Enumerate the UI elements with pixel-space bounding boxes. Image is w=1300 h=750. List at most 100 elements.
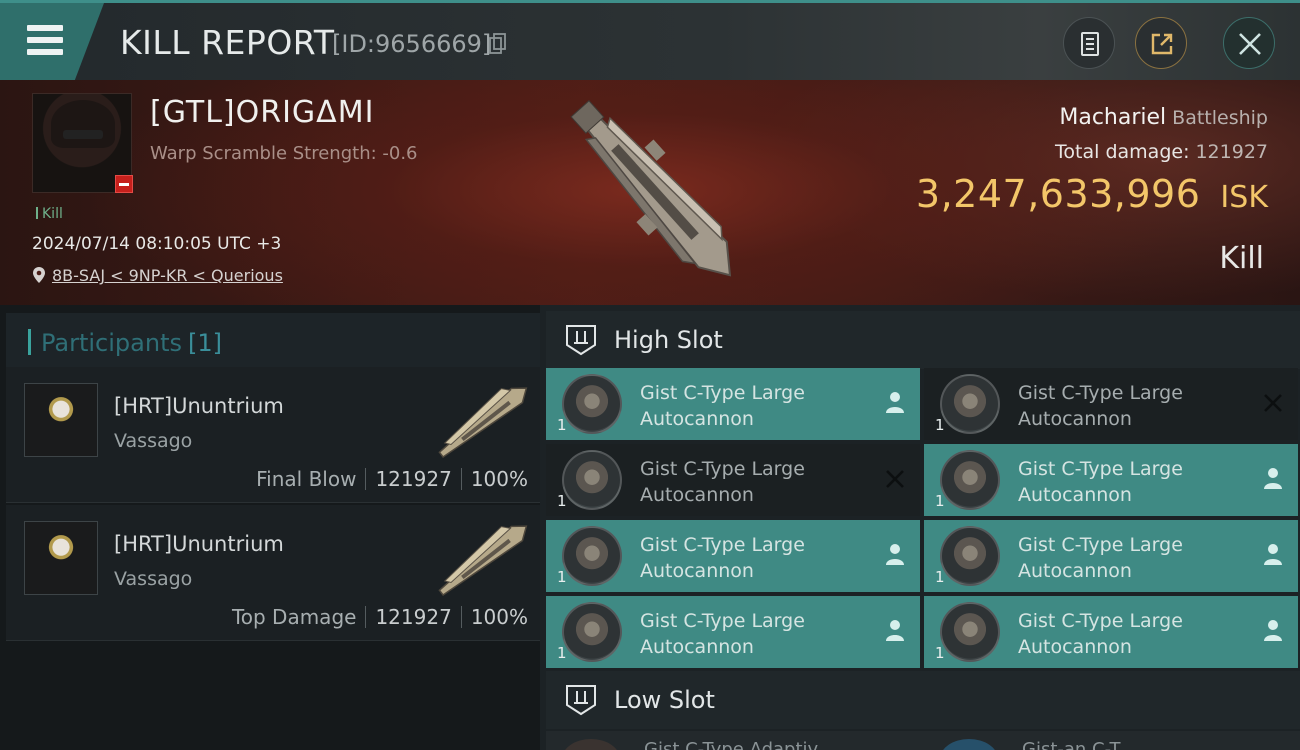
person-icon (1264, 620, 1282, 641)
low-slot-modules[interactable]: Gist C-Type Adaptiv Gist-an C-T (546, 731, 1300, 750)
module-tile[interactable]: 1 Gist C-Type Large Autocannon (546, 444, 920, 516)
total-damage-label: Total damage: (1055, 141, 1190, 163)
autocannon-icon (940, 374, 1000, 434)
high-slot-label: High Slot (614, 326, 723, 354)
module-quantity: 1 (557, 416, 567, 434)
participant-damage: 121927 (375, 467, 452, 491)
module-quantity: 1 (557, 568, 567, 586)
autocannon-icon (940, 450, 1000, 510)
participant-damage: 121927 (375, 605, 452, 629)
participants-label: Participants (41, 329, 182, 357)
isk-unit: ISK (1220, 180, 1268, 215)
participant-ship: Vassago (114, 430, 193, 452)
module-name-line: Gist C-Type Large (640, 534, 805, 556)
module-name-line: Autocannon (1018, 636, 1132, 658)
autocannon-icon (562, 602, 622, 662)
document-button[interactable] (1063, 17, 1115, 69)
hamburger-icon (27, 25, 63, 55)
copy-icon[interactable] (489, 33, 507, 55)
low-slot-icon (566, 685, 596, 716)
module-quantity: 1 (935, 644, 945, 662)
module-name-line: Autocannon (640, 484, 754, 506)
participant-card[interactable]: [HRT]Ununtrium Vassago Final Blow 121927 1… (6, 367, 540, 503)
x-icon (1264, 394, 1282, 412)
kill-datetime: 2024/07/14 08:10:05 UTC +3 (32, 234, 282, 254)
negative-standing-icon (115, 175, 133, 193)
module-name-line: Gist C-Type Large (640, 382, 805, 404)
participant-percent: 100% (470, 605, 528, 629)
autocannon-icon (562, 526, 622, 586)
person-icon (886, 392, 904, 413)
participants-tab[interactable]: Participants [1] (6, 313, 540, 369)
person-icon (1264, 544, 1282, 565)
module-name: Gist C-Type Large Autocannon (640, 456, 860, 508)
isk-value: 3,247,633,996 ISK (916, 172, 1268, 216)
module-name-line: Gist C-Type Large (1018, 610, 1183, 632)
x-icon (886, 470, 904, 488)
person-icon (886, 620, 904, 641)
module-name-line: Autocannon (640, 408, 754, 430)
isk-amount: 3,247,633,996 (915, 172, 1201, 216)
module-name-line: Gist C-Type Large (1018, 534, 1183, 556)
module-name: Gist C-Type Large Autocannon (640, 532, 860, 584)
module-tile[interactable]: 1 Gist C-Type Large Autocannon (546, 520, 920, 592)
victim-ship[interactable]: Machariel Battleship (1059, 105, 1268, 130)
module-icon (562, 739, 620, 750)
participant-stats: Top Damage 121927 100% (232, 605, 528, 629)
share-icon (1151, 33, 1173, 55)
module-name: Gist C-Type Large Autocannon (640, 380, 860, 432)
location-link[interactable]: 8B-SAJ < 9NP-KR < Querious (52, 266, 283, 285)
module-name-line: Autocannon (1018, 408, 1132, 430)
kill-location[interactable]: 8B-SAJ < 9NP-KR < Querious (32, 266, 283, 285)
module-tile[interactable]: 1 Gist C-Type Large Autocannon (546, 368, 920, 440)
participant-portrait (24, 383, 98, 457)
participant-portrait (24, 521, 98, 595)
autocannon-icon (940, 602, 1000, 662)
module-quantity: 1 (935, 568, 945, 586)
module-name-line: Autocannon (1018, 484, 1132, 506)
participant-percent: 100% (470, 467, 528, 491)
module-tile[interactable]: 1 Gist C-Type Large Autocannon (924, 444, 1298, 516)
module-name: Gist C-Type Large Autocannon (1018, 608, 1238, 660)
module-quantity: 1 (557, 492, 567, 510)
module-tile[interactable]: 1 Gist C-Type Large Autocannon (924, 520, 1298, 592)
module-name-line: Gist C-Type Large (1018, 458, 1183, 480)
module-name: Gist C-Type Adaptiv (644, 739, 819, 750)
warp-scramble-strength: Warp Scramble Strength: -0.6 (150, 143, 418, 164)
participant-ship-image (438, 387, 528, 459)
module-tile[interactable]: 1 Gist C-Type Large Autocannon (924, 368, 1298, 440)
kill-tag: Kill (36, 206, 63, 222)
module-tile[interactable]: 1 Gist C-Type Large Autocannon (546, 596, 920, 668)
report-id: [ID:9656669] (332, 30, 492, 58)
module-quantity: 1 (935, 416, 945, 434)
participant-ship: Vassago (114, 568, 193, 590)
module-name-line: Gist C-Type Large (640, 458, 805, 480)
title-bar: KILL REPORT [ID:9656669] (0, 0, 1300, 80)
total-damage: Total damage: 121927 (1055, 141, 1268, 163)
participant-card[interactable]: [HRT]Ununtrium Vassago Top Damage 121927 1… (6, 505, 540, 641)
menu-button[interactable] (0, 3, 104, 80)
module-tile[interactable]: 1 Gist C-Type Large Autocannon (924, 596, 1298, 668)
module-name: Gist C-Type Large Autocannon (1018, 456, 1238, 508)
participant-role: Top Damage (231, 605, 357, 629)
participant-name: [HRT]Ununtrium (114, 394, 284, 418)
map-pin-icon (33, 267, 45, 283)
close-icon (1239, 33, 1261, 55)
fitting-panel: High Slot 1 Gist C-Type Large Autocannon 1 G… (540, 305, 1300, 750)
person-icon (1264, 468, 1282, 489)
module-name: Gist C-Type Large Autocannon (1018, 532, 1238, 584)
participant-ship-image (438, 525, 528, 597)
share-button[interactable] (1135, 17, 1187, 69)
module-quantity: 1 (935, 492, 945, 510)
participant-role: Final Blow (256, 467, 357, 491)
ship-class: Battleship (1172, 107, 1268, 129)
victim-name[interactable]: [GTL]ORIGΔMI (150, 95, 374, 130)
autocannon-icon (562, 374, 622, 434)
close-button[interactable] (1223, 17, 1275, 69)
module-name-line: Autocannon (640, 560, 754, 582)
module-icon (940, 739, 998, 750)
module-name-line: Gist C-Type Large (640, 610, 805, 632)
victim-ship-image[interactable] (535, 92, 775, 297)
autocannon-icon (940, 526, 1000, 586)
module-name-line: Gist C-Type Large (1018, 382, 1183, 404)
